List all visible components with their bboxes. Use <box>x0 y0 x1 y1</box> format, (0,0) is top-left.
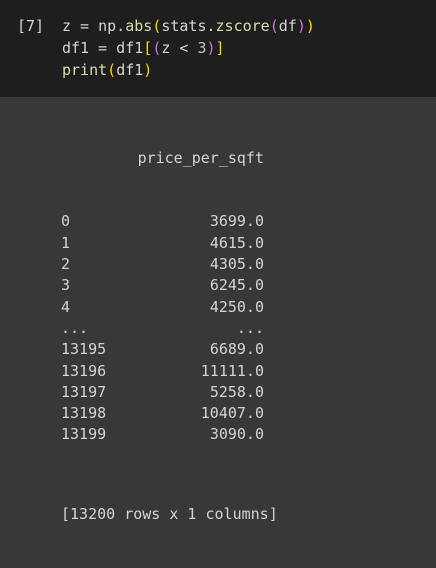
table-row: 13198 10407.0 <box>61 403 278 424</box>
code-editor[interactable]: [7] z = np.abs(stats.zscore(df)) df1 = df… <box>0 0 436 97</box>
cell-output: price_per_sqft 0 3699.0 1 4615.0 2 4305.0 3 624… <box>0 97 436 523</box>
code-token: abs <box>125 17 153 35</box>
table-row: 2 4305.0 <box>61 254 278 275</box>
table-row: 4 4250.0 <box>61 297 278 318</box>
code-token: ( <box>107 61 117 79</box>
code-text[interactable]: z = np.abs(stats.zscore(df)) df1 = df1[(z… <box>62 15 315 81</box>
row-value: 11111.0 <box>200 361 264 380</box>
table-row: 13195 6689.0 <box>61 339 278 360</box>
table-row: 13197 5258.0 <box>61 382 278 403</box>
column-header: price_per_sqft <box>137 148 264 167</box>
code-token: 3 <box>197 39 207 57</box>
table-row: 3 6245.0 <box>61 275 278 296</box>
dataframe-rows: 0 3699.0 1 4615.0 2 4305.0 3 6245.0 4 4250.0.....… <box>61 211 278 445</box>
row-index: 13199 <box>61 425 107 444</box>
code-token: z < <box>161 39 198 57</box>
dataframe-shape-summary: [13200 rows x 1 columns] <box>61 505 278 524</box>
code-token: df1 = df1 <box>62 39 144 57</box>
code-token: z = np. <box>62 17 126 35</box>
row-value: 4250.0 <box>209 297 264 316</box>
code-token: ) <box>143 61 153 79</box>
code-line: df1 = df1[(z < 3)] <box>62 37 315 59</box>
index-header <box>61 148 137 169</box>
code-token: df1 <box>116 61 144 79</box>
code-token: zscore <box>215 17 270 35</box>
row-value: ... <box>236 318 264 337</box>
code-token: df <box>278 17 297 35</box>
dataframe-output: price_per_sqft 0 3699.0 1 4615.0 2 4305.0 3 624… <box>61 105 278 568</box>
row-index: 13195 <box>61 340 107 359</box>
code-token: ] <box>215 39 225 57</box>
row-index: 13198 <box>61 404 107 423</box>
row-value: 4615.0 <box>209 233 264 252</box>
table-row: 13196 11111.0 <box>61 361 278 382</box>
row-index: 3 <box>61 276 71 295</box>
table-row: 13199 3090.0 <box>61 424 278 445</box>
row-value: 10407.0 <box>200 404 264 423</box>
code-token: stats. <box>161 17 216 35</box>
notebook-cell: [7] z = np.abs(stats.zscore(df)) df1 = df… <box>0 0 436 523</box>
row-value: 6689.0 <box>209 340 264 359</box>
row-value: 3699.0 <box>209 212 264 231</box>
code-token: ) <box>305 17 315 35</box>
row-index: 1 <box>61 233 71 252</box>
code-token: ( <box>269 17 279 35</box>
row-index: 13196 <box>61 361 107 380</box>
row-index: 4 <box>61 297 71 316</box>
row-index: 2 <box>61 255 71 274</box>
code-token: ( <box>152 39 162 57</box>
table-row: 1 4615.0 <box>61 233 278 254</box>
code-token: ) <box>296 17 306 35</box>
row-value: 6245.0 <box>209 276 264 295</box>
row-value: 3090.0 <box>209 425 264 444</box>
dataframe-header-row: price_per_sqft <box>61 148 278 169</box>
code-token: ( <box>152 17 162 35</box>
row-index: ... <box>61 318 89 337</box>
table-row: ...... <box>61 318 278 339</box>
table-row: 0 3699.0 <box>61 211 278 232</box>
code-token: [ <box>143 39 153 57</box>
row-index: 0 <box>61 212 71 231</box>
row-value: 4305.0 <box>209 255 264 274</box>
row-index: 13197 <box>61 382 107 401</box>
row-value: 5258.0 <box>209 382 264 401</box>
code-line: print(df1) <box>62 59 315 81</box>
code-token: print <box>62 61 108 79</box>
code-line: z = np.abs(stats.zscore(df)) <box>62 15 315 37</box>
code-token: ) <box>206 39 216 57</box>
execution-count: [7] <box>17 17 45 35</box>
